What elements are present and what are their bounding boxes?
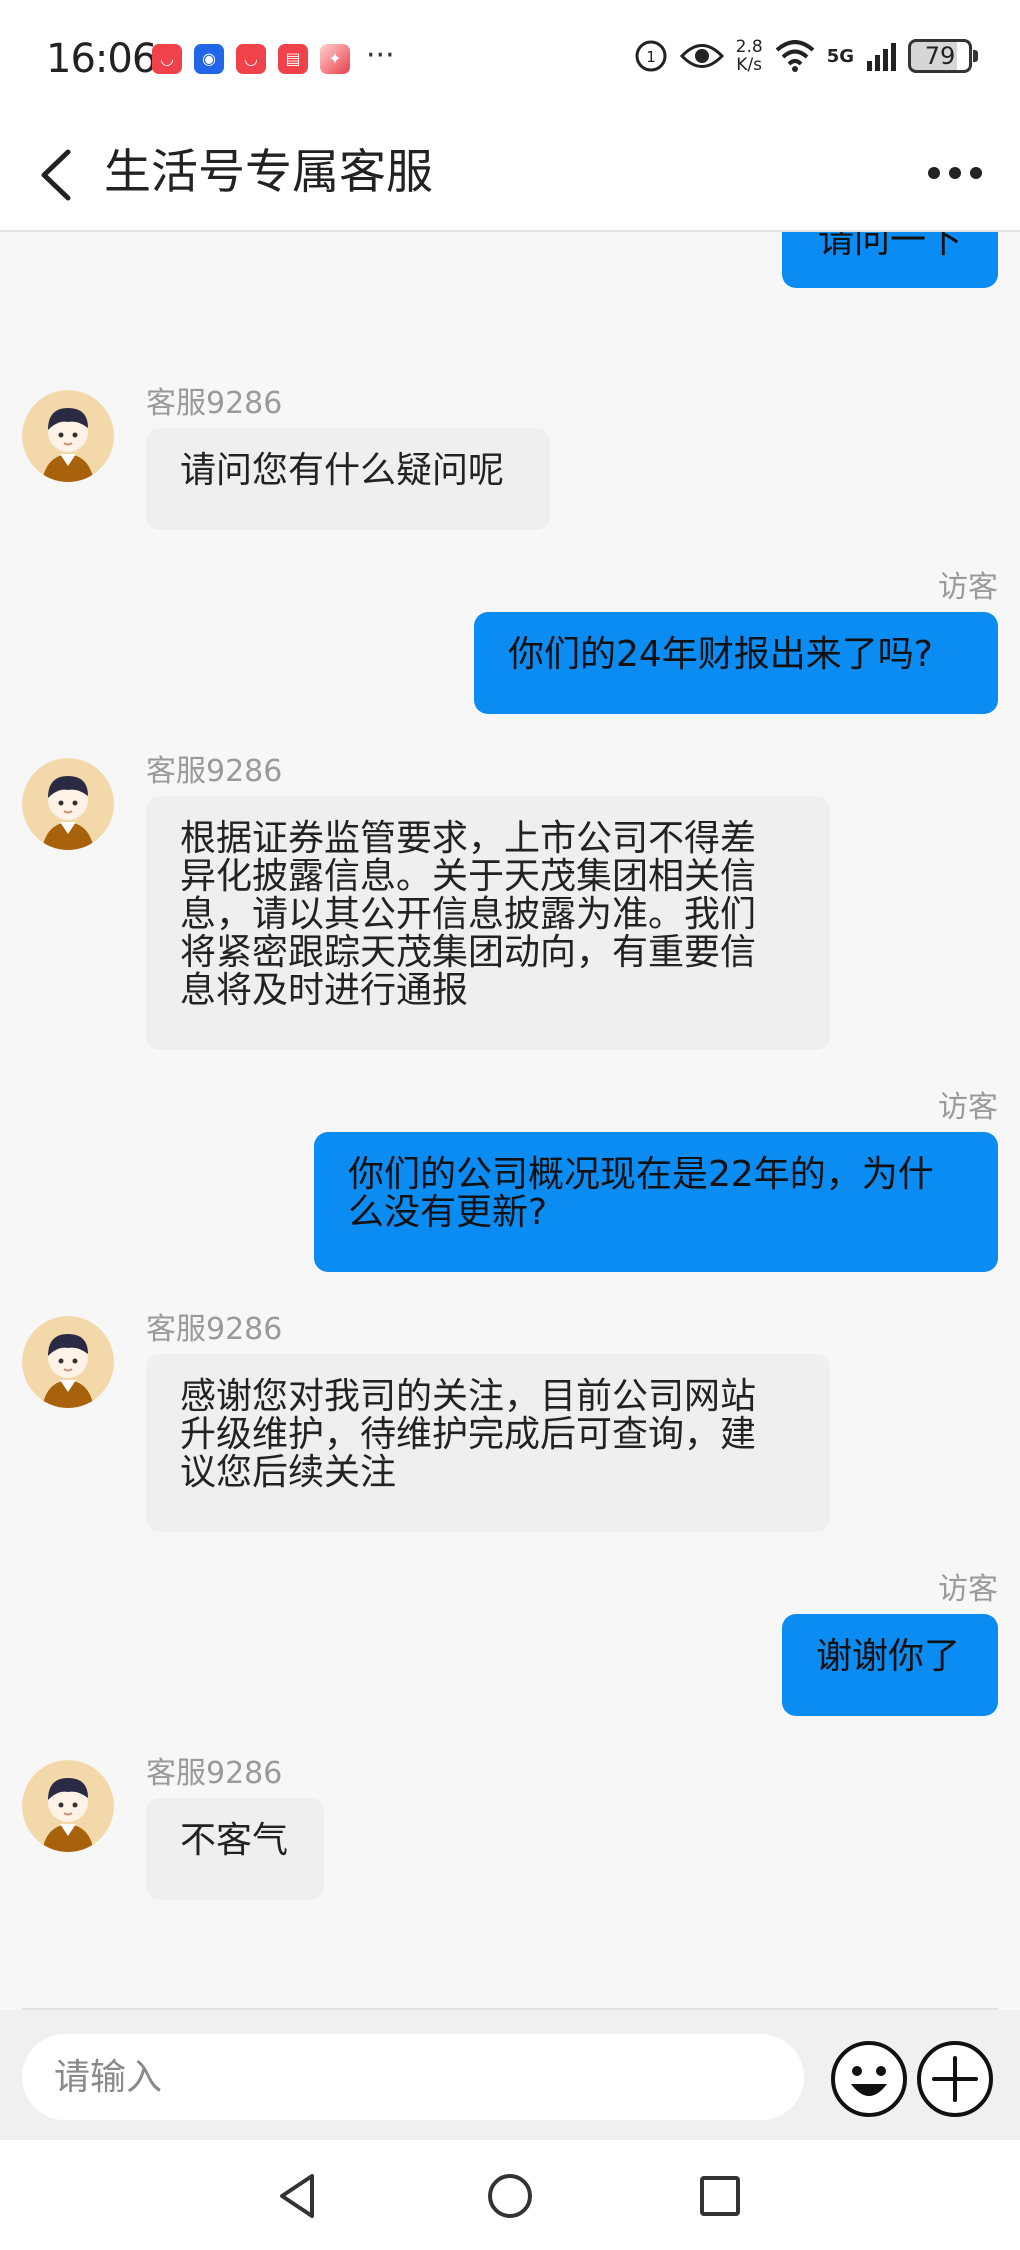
- visitor-message-bubble[interactable]: 请问一下: [782, 232, 998, 288]
- input-bar: [0, 2010, 1020, 2140]
- message-line: 感谢您对我司的关注，目前公司网站: [180, 1376, 757, 1417]
- agent-avatar[interactable]: [22, 1316, 114, 1408]
- message-line: 息将及时进行通报: [180, 970, 469, 1011]
- message-text: 请问您有什么疑问呢: [180, 450, 505, 491]
- system-navigation-bar: [0, 2140, 1020, 2250]
- net-speed: 2.8 K/s: [736, 38, 763, 74]
- message-line: 息，请以其公开信息披露为准。我们: [180, 894, 757, 935]
- agent-message-bubble[interactable]: 根据证券监管要求，上市公司不得差 异化披露信息。关于天茂集团相关信 息，请以其公…: [146, 796, 830, 1050]
- agent-name: 客服9286: [146, 1312, 283, 1347]
- more-notifications-indicator: ···: [366, 38, 395, 73]
- message-line: 升级维护，待维护完成后可查询，建: [180, 1414, 757, 1455]
- eye-comfort-icon: [679, 44, 724, 68]
- status-bar: 16:06 ◡ ◉ ◡ ▤ ✦ ··· 1 2.8 K/s 5G 79: [0, 0, 1020, 118]
- battery-indicator: 79: [908, 39, 978, 73]
- title-bar: 生活号专属客服: [0, 118, 1020, 232]
- game-app-notification-icon: ✦: [320, 44, 350, 74]
- more-dots-icon[interactable]: [920, 148, 990, 198]
- visitor-message-bubble[interactable]: 你们的公司概况现在是22年的，为什 么没有更新?: [314, 1132, 998, 1272]
- emoji-icon[interactable]: [830, 2040, 908, 2118]
- blue-app-notification-icon: ◉: [194, 44, 224, 74]
- message-text: 你们的24年财报出来了吗?: [508, 634, 933, 675]
- message-line: 根据证券监管要求，上市公司不得差: [180, 818, 757, 859]
- book-app-notification-icon: ▤: [278, 44, 308, 74]
- visitor-name: 访客: [938, 570, 998, 605]
- agent-name: 客服9286: [146, 754, 283, 789]
- back-arrow-icon[interactable]: [30, 140, 90, 210]
- system-icons: 1 2.8 K/s 5G 79: [634, 38, 978, 74]
- data-saver-icon: 1: [635, 40, 667, 72]
- net-speed-value: 2.8: [735, 37, 763, 57]
- visitor-message-bubble[interactable]: 谢谢你了: [782, 1614, 998, 1716]
- plus-icon[interactable]: [916, 2040, 994, 2118]
- agent-avatar[interactable]: [22, 758, 114, 850]
- visitor-message-bubble[interactable]: 你们的24年财报出来了吗?: [474, 612, 998, 714]
- agent-name: 客服9286: [146, 1756, 283, 1791]
- message-line: 将紧密跟踪天茂集团动向，有重要信: [180, 932, 757, 973]
- agent-message-bubble[interactable]: 不客气: [146, 1798, 324, 1900]
- message-text: 请问一下: [817, 232, 962, 261]
- svg-text:1: 1: [646, 48, 656, 66]
- nav-home-icon[interactable]: [480, 2166, 540, 2226]
- message-line: 异化披露信息。关于天茂集团相关信: [180, 856, 757, 897]
- status-time: 16:06: [46, 36, 157, 82]
- message-input[interactable]: [22, 2034, 804, 2120]
- nav-back-icon[interactable]: [268, 2166, 328, 2226]
- agent-name: 客服9286: [146, 386, 283, 421]
- signal-icon: [867, 43, 896, 71]
- nav-recents-icon[interactable]: [690, 2166, 750, 2226]
- notification-icons: ◡ ◉ ◡ ▤ ✦ ···: [152, 38, 395, 74]
- wifi-icon: [775, 40, 815, 72]
- red-app-notification-icon: ◡: [152, 44, 182, 74]
- chat-page: 16:06 ◡ ◉ ◡ ▤ ✦ ··· 1 2.8 K/s 5G 79 生活号专…: [0, 0, 1020, 2250]
- visitor-name: 访客: [938, 1090, 998, 1125]
- message-text: 不客气: [180, 1820, 289, 1861]
- message-text: 谢谢你了: [816, 1636, 961, 1677]
- visitor-name: 访客: [938, 1572, 998, 1607]
- agent-message-bubble[interactable]: 请问您有什么疑问呢: [146, 428, 550, 530]
- net-speed-unit: K/s: [736, 55, 763, 75]
- message-line: 么没有更新?: [348, 1192, 548, 1233]
- agent-avatar[interactable]: [22, 1760, 114, 1852]
- red-app-notification-icon: ◡: [236, 44, 266, 74]
- chat-message-list[interactable]: 请问一下 客服9286 请问您有什么疑问呢 访客 你们的24年财报出来了吗? 客…: [0, 232, 1020, 2012]
- message-line: 议您后续关注: [180, 1452, 397, 1493]
- network-type: 5G: [826, 45, 854, 67]
- agent-message-bubble[interactable]: 感谢您对我司的关注，目前公司网站 升级维护，待维护完成后可查询，建 议您后续关注: [146, 1354, 830, 1532]
- page-title: 生活号专属客服: [104, 145, 433, 200]
- message-line: 你们的公司概况现在是22年的，为什: [348, 1154, 934, 1195]
- agent-avatar[interactable]: [22, 390, 114, 482]
